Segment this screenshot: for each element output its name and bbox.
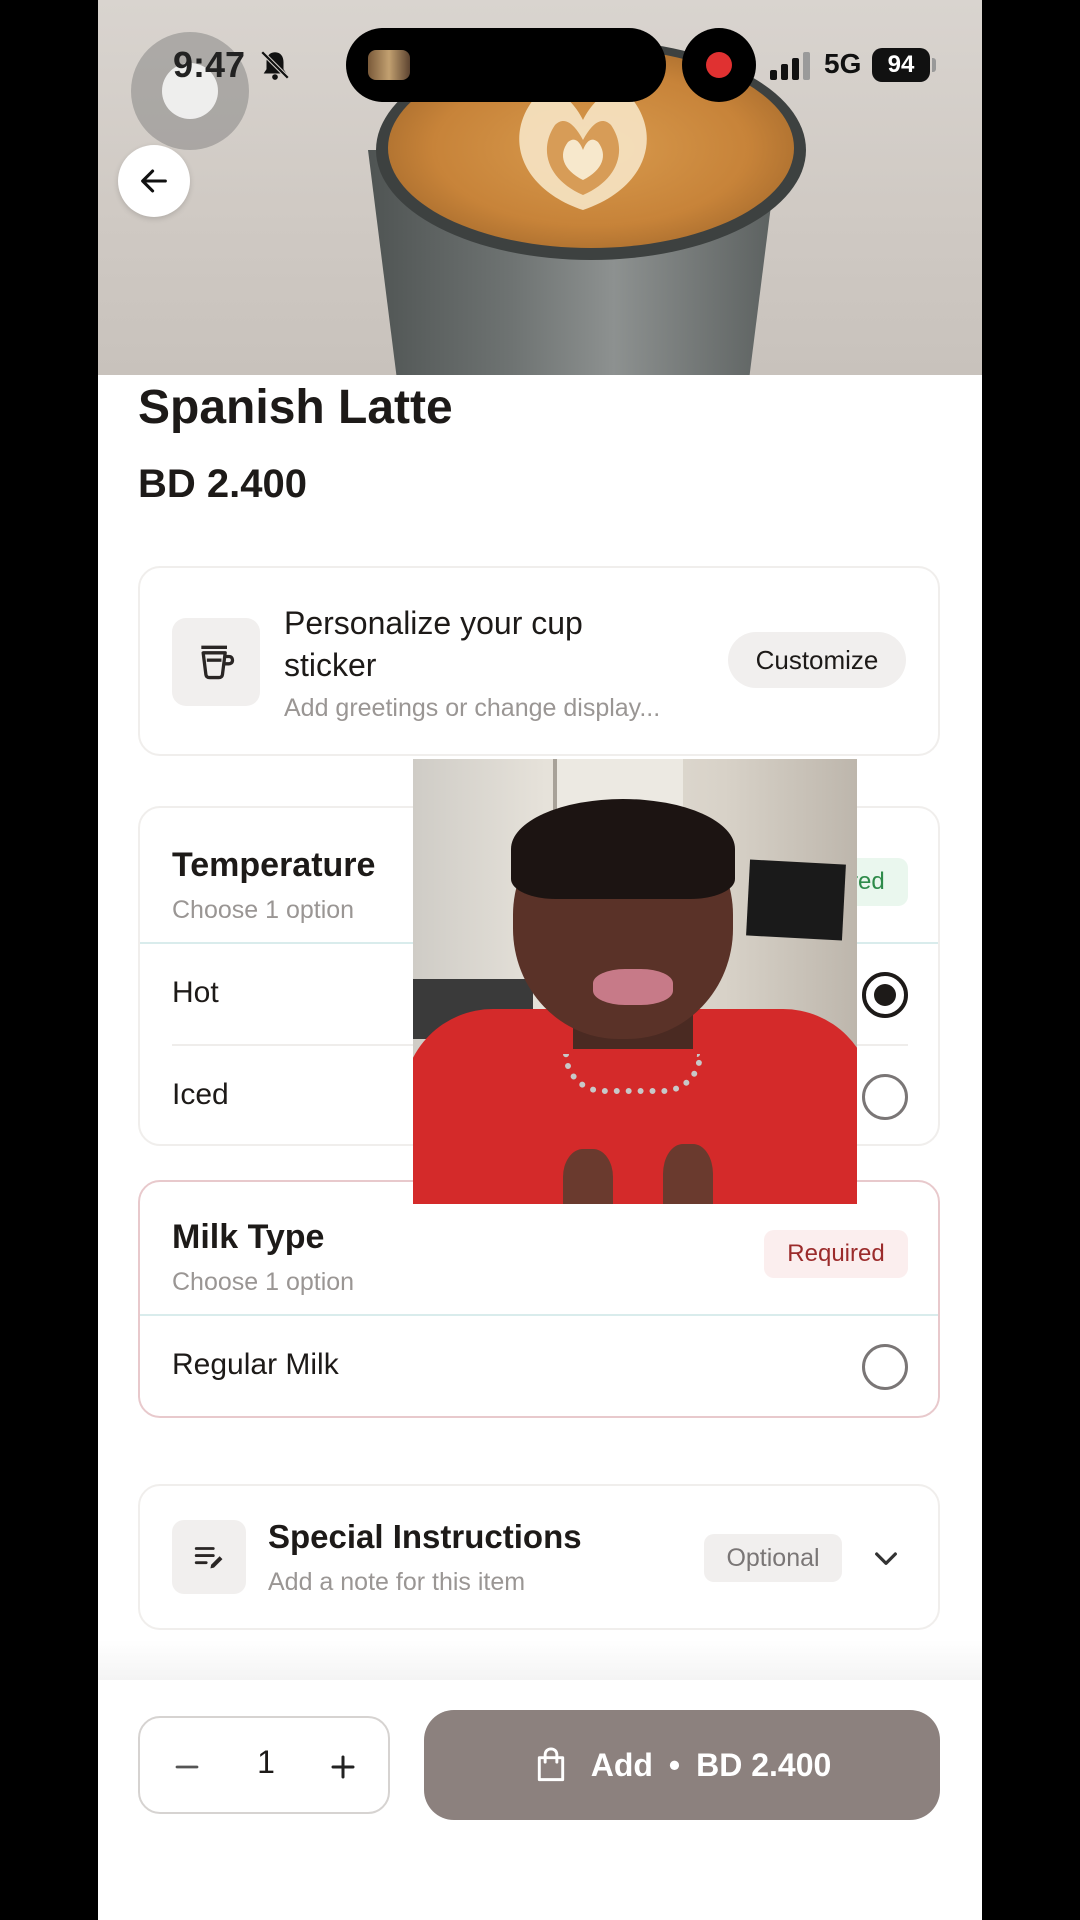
- special-instructions-section[interactable]: Special Instructions Add a note for this…: [138, 1484, 940, 1630]
- special-instructions-title: Special Instructions: [268, 1518, 582, 1555]
- status-bar: 9:47 5G 94: [98, 0, 982, 150]
- overlay-person-hair: [511, 799, 735, 899]
- option-label: Regular Milk: [172, 1348, 339, 1381]
- radio-regular-milk[interactable]: [862, 1344, 908, 1390]
- milk-type-section: Milk Type Choose 1 option Required Regul…: [138, 1180, 940, 1418]
- section-divider: [140, 1314, 938, 1316]
- option-label: Iced: [172, 1078, 229, 1111]
- quantity-stepper: 1: [138, 1716, 390, 1814]
- decrease-quantity-button[interactable]: [162, 1742, 212, 1792]
- cup-icon-box: [172, 618, 260, 706]
- shopping-bag-icon: [537, 1747, 564, 1782]
- milk-type-subtitle: Choose 1 option: [172, 1268, 355, 1296]
- bell-muted-icon: [260, 50, 290, 80]
- reaction-video-overlay: [413, 759, 857, 1204]
- cup-sticker-card: Personalize your cup sticker Add greetin…: [138, 566, 940, 756]
- sticker-card-subtitle: Add greetings or change display...: [284, 694, 661, 722]
- sticker-card-title: Personalize your cup sticker: [284, 605, 583, 683]
- record-dot: [706, 52, 732, 78]
- bottom-shadow: [98, 1640, 982, 1680]
- option-label: Hot: [172, 976, 219, 1009]
- product-title: Spanish Latte: [138, 381, 453, 434]
- overlay-person-chain: [563, 1054, 703, 1094]
- dynamic-island: [346, 28, 666, 102]
- temperature-title: Temperature: [172, 846, 376, 884]
- signal-icon: [770, 52, 810, 80]
- required-badge: Required: [764, 1230, 908, 1278]
- temperature-subtitle: Choose 1 option: [172, 896, 355, 924]
- screen-recording-indicator: [682, 28, 756, 102]
- product-price: BD 2.400: [138, 462, 307, 506]
- add-to-cart-button[interactable]: Add • BD 2.400: [424, 1710, 940, 1820]
- battery-tip: [932, 58, 936, 72]
- milk-type-title: Milk Type: [172, 1218, 325, 1256]
- special-instructions-subtitle: Add a note for this item: [268, 1568, 526, 1596]
- island-media-thumbnail: [368, 50, 410, 80]
- phone-screen: 9:47 5G 94 Spanish Latte BD 2.400 Person…: [98, 0, 982, 1920]
- overlay-person-hand: [663, 1144, 713, 1204]
- chevron-down-icon[interactable]: [870, 1542, 902, 1574]
- battery-level: 94: [872, 48, 930, 82]
- optional-badge: Optional: [704, 1534, 842, 1582]
- back-button[interactable]: [118, 145, 190, 217]
- quantity-value: 1: [257, 1744, 275, 1780]
- status-time: 9:47: [173, 44, 246, 85]
- note-icon-box: [172, 1520, 246, 1594]
- network-type: 5G: [824, 48, 862, 79]
- overlay-person-hand: [563, 1149, 613, 1204]
- plus-icon: [331, 1755, 355, 1779]
- add-button-separator: •: [668, 1746, 681, 1783]
- increase-quantity-button[interactable]: [318, 1742, 368, 1792]
- cup-icon: [201, 645, 235, 680]
- customize-button[interactable]: Customize: [728, 632, 906, 688]
- radio-hot-selected[interactable]: [862, 972, 908, 1018]
- overlay-person-mouth: [593, 969, 673, 1005]
- minus-icon: [175, 1765, 199, 1769]
- add-button-price: BD 2.400: [696, 1746, 832, 1783]
- overlay-background-frame: [746, 859, 846, 941]
- radio-iced[interactable]: [862, 1074, 908, 1120]
- arrow-left-icon: [141, 169, 167, 193]
- add-button-label: Add: [590, 1746, 653, 1783]
- note-edit-icon: [194, 1547, 223, 1569]
